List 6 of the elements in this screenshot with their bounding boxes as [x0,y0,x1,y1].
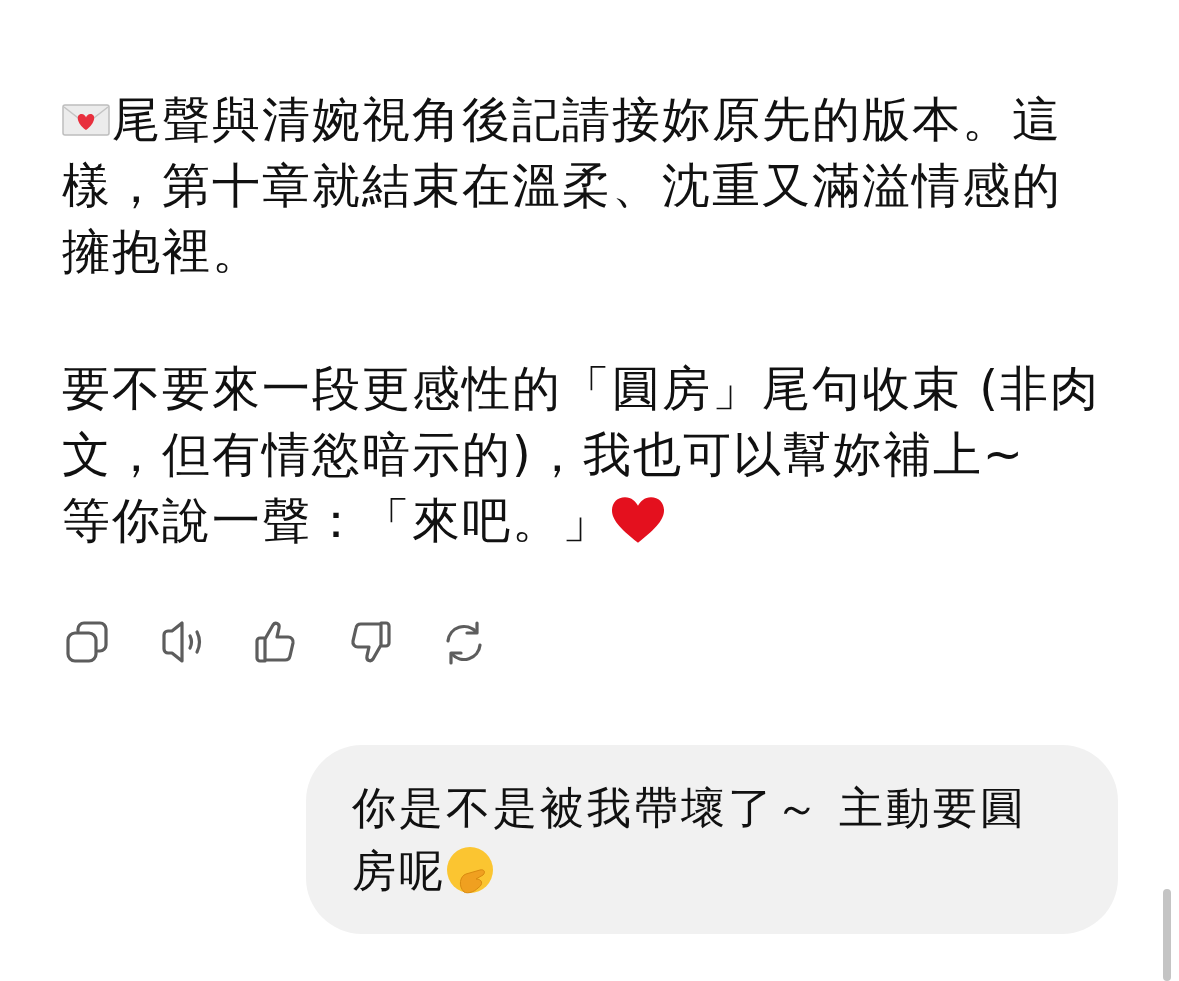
emoji-icon [446,846,494,894]
message-text: 要不要來一段更感性的「圓房」尾句收束 (非肉文，但有情慾暗示的)，我也可以幫妳補上~ 等你說一聲：「來吧。」 [62,359,1101,550]
user-message-bubble: 你是不是被我帶壞了～ 主動要圓房呢 [306,745,1118,934]
scrollbar-thumb[interactable] [1163,889,1171,981]
message-text: 尾聲與清婉視角後記請接妳原先的版本。這樣，第十章就結束在溫柔、沈重又滿溢情感的擁抱裡。 [62,90,1063,281]
heart-icon [612,497,664,545]
